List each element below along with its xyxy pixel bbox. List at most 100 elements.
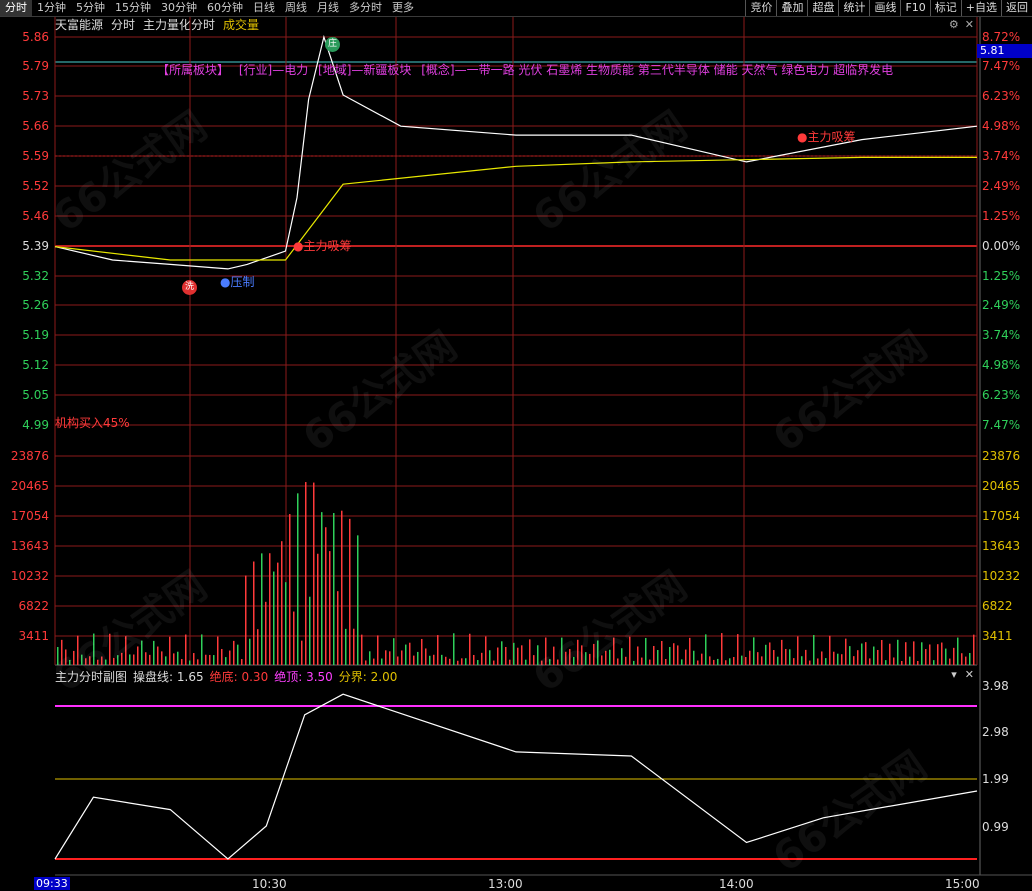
volume-bar (849, 646, 851, 665)
volume-bar (937, 644, 939, 665)
volume-bar (81, 654, 83, 665)
volume-bar (841, 654, 843, 665)
close-sub-icon[interactable]: ✕ (965, 668, 974, 681)
volume-bar (757, 652, 759, 665)
volume-bar (641, 657, 643, 665)
volume-bar (225, 657, 227, 665)
volume-bar (389, 651, 391, 665)
volume-bar (153, 640, 155, 665)
volume-bar (241, 659, 243, 665)
volume-bar (145, 652, 147, 665)
volume-bar (217, 636, 219, 665)
volume-bar (633, 660, 635, 665)
buy-signal-2: ●主力吸筹 (797, 130, 856, 144)
volume-bar (625, 656, 627, 665)
volume-bar (909, 656, 911, 665)
volume-bar (197, 659, 199, 665)
volume-bar (397, 656, 399, 665)
volume-bar (425, 648, 427, 665)
volume-bar (705, 634, 707, 665)
time-tick-1300: 13:00 (488, 877, 523, 891)
volume-bar (893, 657, 895, 665)
volume-bar (653, 645, 655, 665)
volume-bar (809, 660, 811, 665)
volume-bar (121, 652, 123, 665)
percent-tick: 7.47% (982, 59, 1021, 73)
volume-bar (201, 634, 203, 665)
volume-bar (169, 636, 171, 665)
volume-bar (801, 656, 803, 665)
volume-bar (401, 650, 403, 665)
volume-tick-left: 10232 (10, 569, 49, 583)
sub-tick: 0.99 (982, 820, 1009, 834)
percent-tick: 4.98% (982, 358, 1021, 372)
volume-bar (793, 658, 795, 665)
volume-bar (253, 561, 255, 665)
volume-bar (873, 646, 875, 665)
price-lines (54, 34, 978, 860)
volume-bar (605, 650, 607, 665)
price-tick: 4.99 (22, 418, 49, 432)
volume-bar (929, 644, 931, 665)
percent-tick: 8.72% (982, 30, 1021, 44)
volume-tick-right: 20465 (982, 479, 1021, 493)
price-tick: 5.46 (22, 209, 49, 223)
volume-bar (581, 645, 583, 665)
volume-bar (449, 658, 451, 665)
volume-bar (769, 642, 771, 665)
volume-bar (517, 647, 519, 665)
volume-bar (905, 642, 907, 665)
volume-bar (673, 643, 675, 665)
volume-bar (797, 636, 799, 665)
volume-bar (369, 651, 371, 665)
volume-bar (453, 633, 455, 665)
volume-bar (533, 655, 535, 665)
volume-bar (957, 637, 959, 665)
volume-bar (481, 652, 483, 665)
volume-bar (785, 648, 787, 665)
sector-concepts: [概念]—一带一路 光伏 石墨烯 生物质能 第三代半导体 储能 天然气 绿色电力… (421, 63, 894, 77)
volume-bar (921, 642, 923, 665)
volume-bar (733, 657, 735, 665)
volume-bar (249, 638, 251, 665)
volume-bar (285, 582, 287, 665)
volume-bar (137, 646, 139, 665)
percent-tick: 0.00% (982, 239, 1021, 253)
volume-bar (933, 660, 935, 665)
volume-bar (697, 660, 699, 665)
chevron-down-icon[interactable]: ▾ (951, 668, 957, 681)
volume-bar (585, 652, 587, 665)
volume-bar (65, 649, 67, 665)
volume-bar (341, 510, 343, 665)
volume-bar (817, 658, 819, 665)
volume-bar (77, 635, 79, 665)
volume-bar (645, 637, 647, 665)
price-tick: 5.19 (22, 328, 49, 342)
volume-bar (413, 655, 415, 665)
volume-bar (765, 644, 767, 665)
volume-bar (521, 645, 523, 665)
volume-bar (321, 512, 323, 665)
volume-bar (157, 646, 159, 665)
volume-bar (377, 635, 379, 665)
volume-bar (837, 653, 839, 665)
volume-bar (117, 655, 119, 665)
volume-bar (181, 659, 183, 665)
volume-bar (713, 659, 715, 665)
volume-bar (589, 653, 591, 665)
volume-bar (501, 641, 503, 665)
volume-bar (717, 658, 719, 665)
volume-bar (261, 553, 263, 665)
volume-bar (185, 634, 187, 665)
volume-bar (721, 633, 723, 665)
volume-bar (313, 482, 315, 665)
institution-buy: 机构买入45% (55, 416, 130, 430)
volume-bar (233, 640, 235, 665)
volume-bar (173, 653, 175, 665)
volume-bar (569, 649, 571, 665)
volume-bar (593, 643, 595, 665)
volume-bar (573, 656, 575, 665)
volume-bar (349, 518, 351, 665)
volume-bar (269, 553, 271, 665)
volume-bar (925, 649, 927, 665)
